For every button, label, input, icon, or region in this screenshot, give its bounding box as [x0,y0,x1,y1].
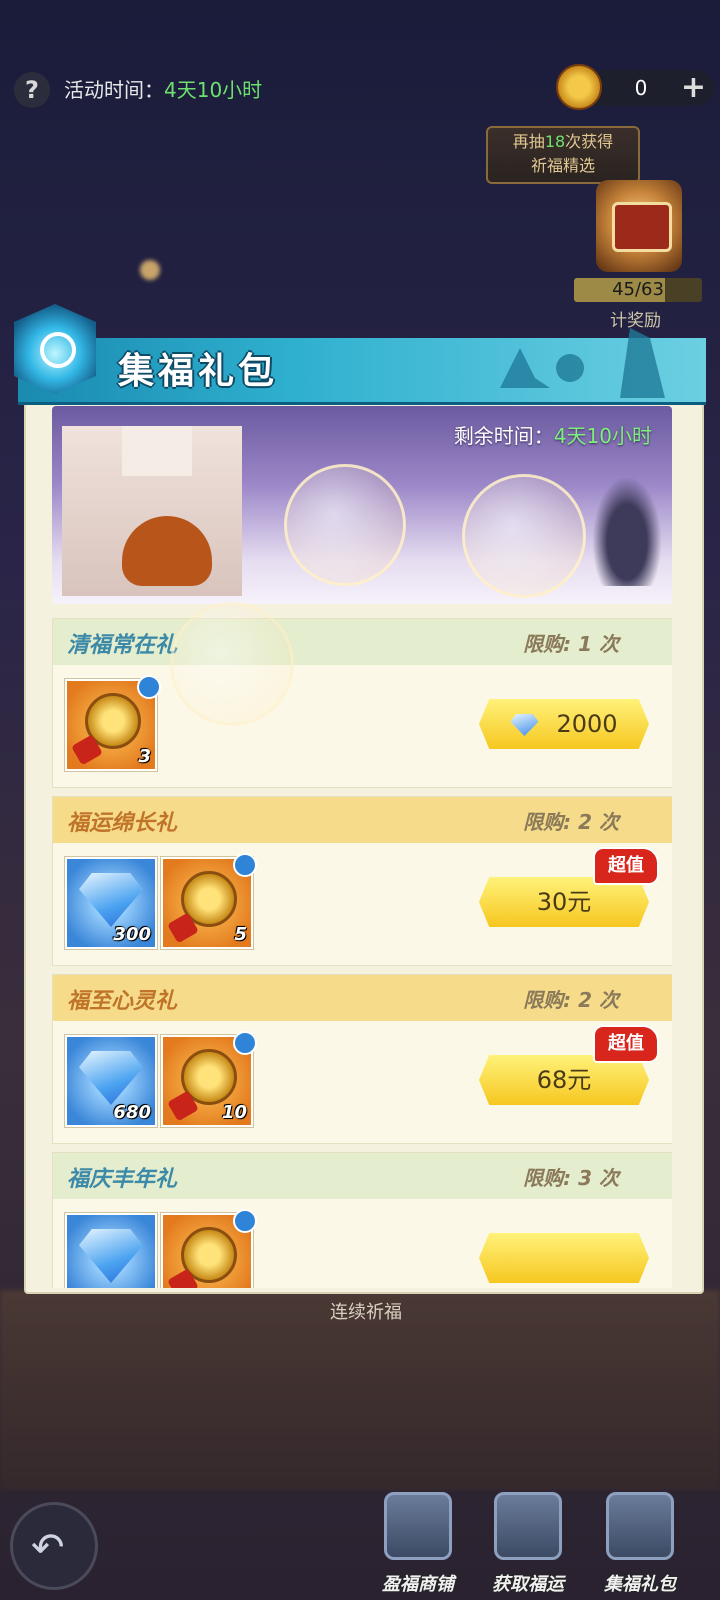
gift-pack-row: 福运绵长礼 限购: 2 次 300 5 30元 超值 [52,796,672,966]
bubble-decoration [170,602,294,726]
diamond-icon [79,1051,143,1105]
background-lantern-glow [140,260,160,280]
bubble-decoration [462,474,586,598]
diamond-icon [510,714,539,736]
remain-label: 剩余时间： [453,424,554,448]
bubble-decoration [284,464,406,586]
purchase-limit: 限购: 3 次 [523,1166,619,1190]
tab-label: 集福礼包 [604,1574,676,1595]
shop-icon [384,1492,452,1560]
buy-price: 68元 [536,1066,592,1094]
item-quantity: 680 [113,1102,151,1123]
lucky-coin-item[interactable]: 10 [161,1031,257,1127]
clock-icon [233,1031,257,1055]
back-arrow-icon: ↶ [31,1525,65,1571]
purchase-limit: 限购: 1 次 [523,632,619,656]
item-quantity: 5 [234,924,247,945]
gift-pack-row: 清福常在礼 限购: 1 次 3 2000 [52,618,672,788]
gift-pack-header: 清福常在礼 限购: 1 次 [53,619,672,665]
add-coin-button[interactable]: + [681,70,706,105]
gift-pack-row: 福庆丰年礼 限购: 3 次 [52,1152,672,1288]
lucky-coin-item[interactable]: 3 [65,675,161,771]
panel-title: 集福礼包 [118,351,279,392]
purchase-limit: 限购: 2 次 [523,810,619,834]
tab-get-luck[interactable]: 获取福运 [478,1492,578,1595]
banner-remaining-time: 剩余时间：4天10小时 [454,420,652,449]
item-quantity: 10 [221,1102,247,1123]
clock-icon [233,1209,257,1233]
activity-time: 活动时间：4天10小时 [64,74,262,103]
draw-tip-suffix: 次获得 [565,132,614,151]
gift-pack-header: 福庆丰年礼 限购: 3 次 [53,1153,672,1199]
tab-label: 获取福运 [492,1574,564,1595]
draw-tip-count: 18 [544,132,566,151]
tab-lucky-shop[interactable]: 盈福商铺 [368,1492,468,1595]
ribbon-silhouette-decoration [500,328,665,398]
great-value-badge: 超值 [593,1025,659,1063]
castle-tower [122,426,192,476]
continuous-pray-label: 连续祈福 [330,1302,402,1323]
gift-pack-header: 福运绵长礼 限购: 2 次 [53,797,672,843]
activity-time-value: 4天10小时 [164,78,263,102]
diamond-item[interactable]: 300 [65,857,157,949]
activity-time-label: 活动时间： [64,78,164,102]
gift-pack-panel: 剩余时间：4天10小时 清福常在礼 限购: 1 次 3 2000 福运绵长礼 限购: 2 … [14,304,706,1300]
progress-text: 45/63 [612,279,664,300]
gift-pack-title: 福庆丰年礼 [67,1167,178,1192]
gift-pack-row: 福至心灵礼 限购: 2 次 680 10 68元 超值 [52,974,672,1144]
draw-tip-prefix: 再抽 [512,132,545,151]
gift-icon [606,1492,674,1560]
scroll-icon [494,1492,562,1560]
accumulate-progress-bar: 45/63 [574,278,702,302]
buy-price: 30元 [536,888,592,916]
lucky-coin-icon [556,64,602,110]
panel-header-ribbon: 集福礼包 [14,304,706,405]
clock-icon [233,853,257,877]
tab-label: 盈福商铺 [382,1574,454,1595]
top-bar: ? 活动时间：4天10小时 0 + [0,60,720,120]
gift-pack-title: 福运绵长礼 [67,811,178,836]
lucky-coin-counter: 0 + [556,64,714,110]
diamond-item[interactable]: 680 [65,1035,157,1127]
diamond-item[interactable] [65,1213,157,1288]
gift-pack-title: 福至心灵礼 [67,989,178,1014]
lucky-coin-item[interactable]: 5 [161,853,257,949]
gift-pack-list[interactable]: 清福常在礼 限购: 1 次 3 2000 福运绵长礼 限购: 2 次 300 5 30元 超值 福至… [52,618,672,1288]
buy-button[interactable] [479,1233,649,1283]
reward-chest[interactable] [596,180,682,272]
remain-value: 4天10小时 [553,424,652,448]
lucky-coin-count: 0 [634,76,648,100]
buy-button[interactable]: 2000 [479,699,649,749]
tab-gift-pack[interactable]: 集福礼包 [590,1492,690,1595]
lucky-coin-item[interactable] [161,1209,257,1288]
gift-pack-header: 福至心灵礼 限购: 2 次 [53,975,672,1021]
draw-tip-line2: 祈福精选 [530,156,595,175]
event-banner: 剩余时间：4天10小时 [52,406,672,604]
draw-reward-tip: 再抽18次获得 祈福精选 [486,126,640,184]
emblem-ring [40,332,76,368]
gift-pack-title: 清福常在礼 [67,633,178,658]
clock-icon [137,675,161,699]
item-quantity: 3 [138,746,151,767]
tree-illustration [592,476,662,586]
panel-paper: 剩余时间：4天10小时 清福常在礼 限购: 1 次 3 2000 福运绵长礼 限购: 2 … [24,390,704,1294]
item-quantity: 300 [113,924,151,945]
chest-icon [612,202,672,252]
diamond-icon [79,1229,143,1283]
panel-header-emblem-icon [14,304,96,394]
purchase-limit: 限购: 2 次 [523,988,619,1012]
back-button[interactable]: ↶ [10,1502,98,1590]
diamond-icon [79,873,143,927]
help-button[interactable]: ? [14,72,50,108]
great-value-badge: 超值 [593,847,659,885]
buy-price: 2000 [556,710,618,738]
